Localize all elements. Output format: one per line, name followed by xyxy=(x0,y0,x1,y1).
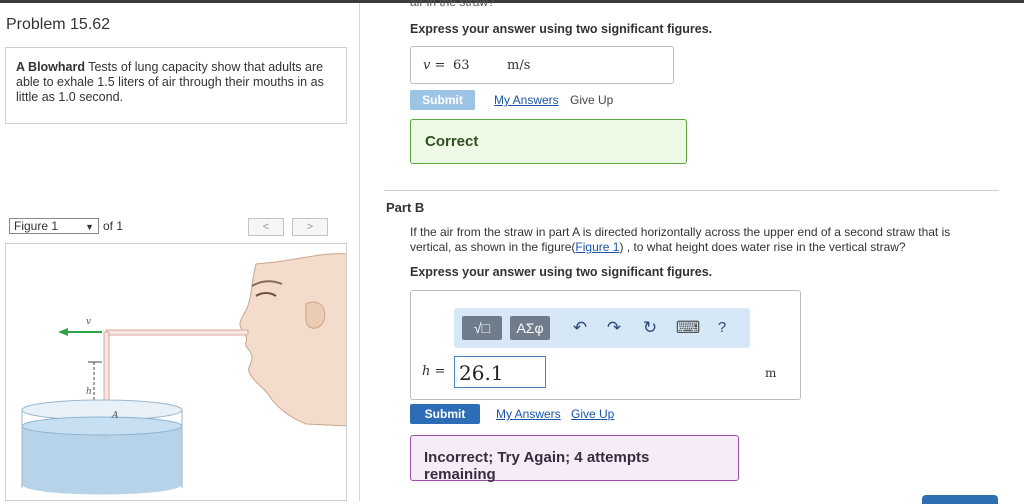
greek-symbols-button[interactable]: ΑΣφ xyxy=(510,316,550,340)
problem-intro-heading: A Blowhard xyxy=(16,60,85,74)
math-toolbar: √□ ΑΣφ ↶ ↷ ↻ ⌨ ? xyxy=(454,308,750,348)
greek-icon: ΑΣφ xyxy=(516,320,544,336)
part-b-unit: m xyxy=(765,366,777,380)
part-a-submit-button[interactable]: Submit xyxy=(410,90,475,110)
problem-title: Problem 15.62 xyxy=(6,16,111,33)
part-a-question-tail: air in the straw? xyxy=(410,0,495,9)
figure-illustration: v h A xyxy=(21,253,346,495)
problem-intro-box: A Blowhard Tests of lung capacity show t… xyxy=(5,47,347,124)
redo-button[interactable]: ↷ xyxy=(602,316,626,340)
reset-icon: ↻ xyxy=(642,318,658,337)
figure-1-link[interactable]: Figure 1 xyxy=(575,240,619,254)
next-figure-button[interactable]: > xyxy=(292,218,328,236)
continue-button[interactable] xyxy=(922,495,998,504)
templates-icon: √□ xyxy=(473,320,491,336)
part-a-value: 63 xyxy=(453,58,470,73)
point-a-label: A xyxy=(111,411,119,421)
keyboard-icon: ⌨ xyxy=(675,318,701,337)
part-b-label: Part B xyxy=(386,200,425,215)
face-profile xyxy=(239,253,346,427)
ear xyxy=(305,301,326,329)
part-b-submit-button[interactable]: Submit xyxy=(410,404,480,424)
part-a-my-answers-link[interactable]: My Answers xyxy=(494,93,559,107)
part-b-variable: h = xyxy=(422,364,446,379)
undo-icon: ↶ xyxy=(572,318,588,337)
part-b-feedback-incorrect: Incorrect; Try Again; 4 attempts remaini… xyxy=(410,435,739,483)
part-a-variable: v = xyxy=(423,58,446,73)
problem-panel: Problem 15.62 A Blowhard Tests of lung c… xyxy=(0,3,360,501)
height-label: h xyxy=(86,387,92,397)
horizontal-straw xyxy=(105,329,249,336)
part-b-answer-input[interactable]: 26.1 xyxy=(454,356,546,388)
part-a-unit: m/s xyxy=(507,58,531,73)
answer-panel: air in the straw? Express your answer us… xyxy=(384,0,1024,504)
reset-button[interactable]: ↻ xyxy=(638,316,662,340)
figure-navigation: Figure 1 ▼ of 1 < > xyxy=(5,217,347,239)
figure-image: v h A xyxy=(5,243,347,501)
part-b-value: 26.1 xyxy=(459,361,504,385)
prev-figure-button[interactable]: < xyxy=(248,218,284,236)
figure-select-value: Figure 1 xyxy=(14,219,59,233)
undo-button[interactable]: ↶ xyxy=(568,316,592,340)
part-a-instruction: Express your answer using two significan… xyxy=(410,22,713,36)
chevron-down-icon: ▼ xyxy=(85,222,94,232)
figure-select[interactable]: Figure 1 ▼ xyxy=(9,218,99,234)
part-b-give-up-link[interactable]: Give Up xyxy=(571,407,614,421)
part-a-feedback-correct: Correct xyxy=(410,119,687,164)
water-surface xyxy=(21,416,183,436)
part-a-answer-field[interactable]: v = 63 m/s xyxy=(410,46,674,84)
part-b-instruction: Express your answer using two significan… xyxy=(410,265,713,279)
redo-icon: ↷ xyxy=(606,318,622,337)
part-a-give-up-link[interactable]: Give Up xyxy=(570,93,613,107)
part-b-question: If the air from the straw in part A is d… xyxy=(410,225,990,255)
figure-count: of 1 xyxy=(103,219,124,233)
templates-button[interactable]: √□ xyxy=(462,316,502,340)
section-divider xyxy=(384,190,999,191)
velocity-label: v xyxy=(86,317,91,327)
help-button[interactable]: ? xyxy=(710,316,734,340)
help-icon: ? xyxy=(717,319,727,336)
part-b-question-post: ) , to what height does water rise in th… xyxy=(619,240,906,254)
airflow-arrowhead xyxy=(58,328,68,336)
part-b-my-answers-link[interactable]: My Answers xyxy=(496,407,561,421)
keyboard-button[interactable]: ⌨ xyxy=(674,316,702,340)
